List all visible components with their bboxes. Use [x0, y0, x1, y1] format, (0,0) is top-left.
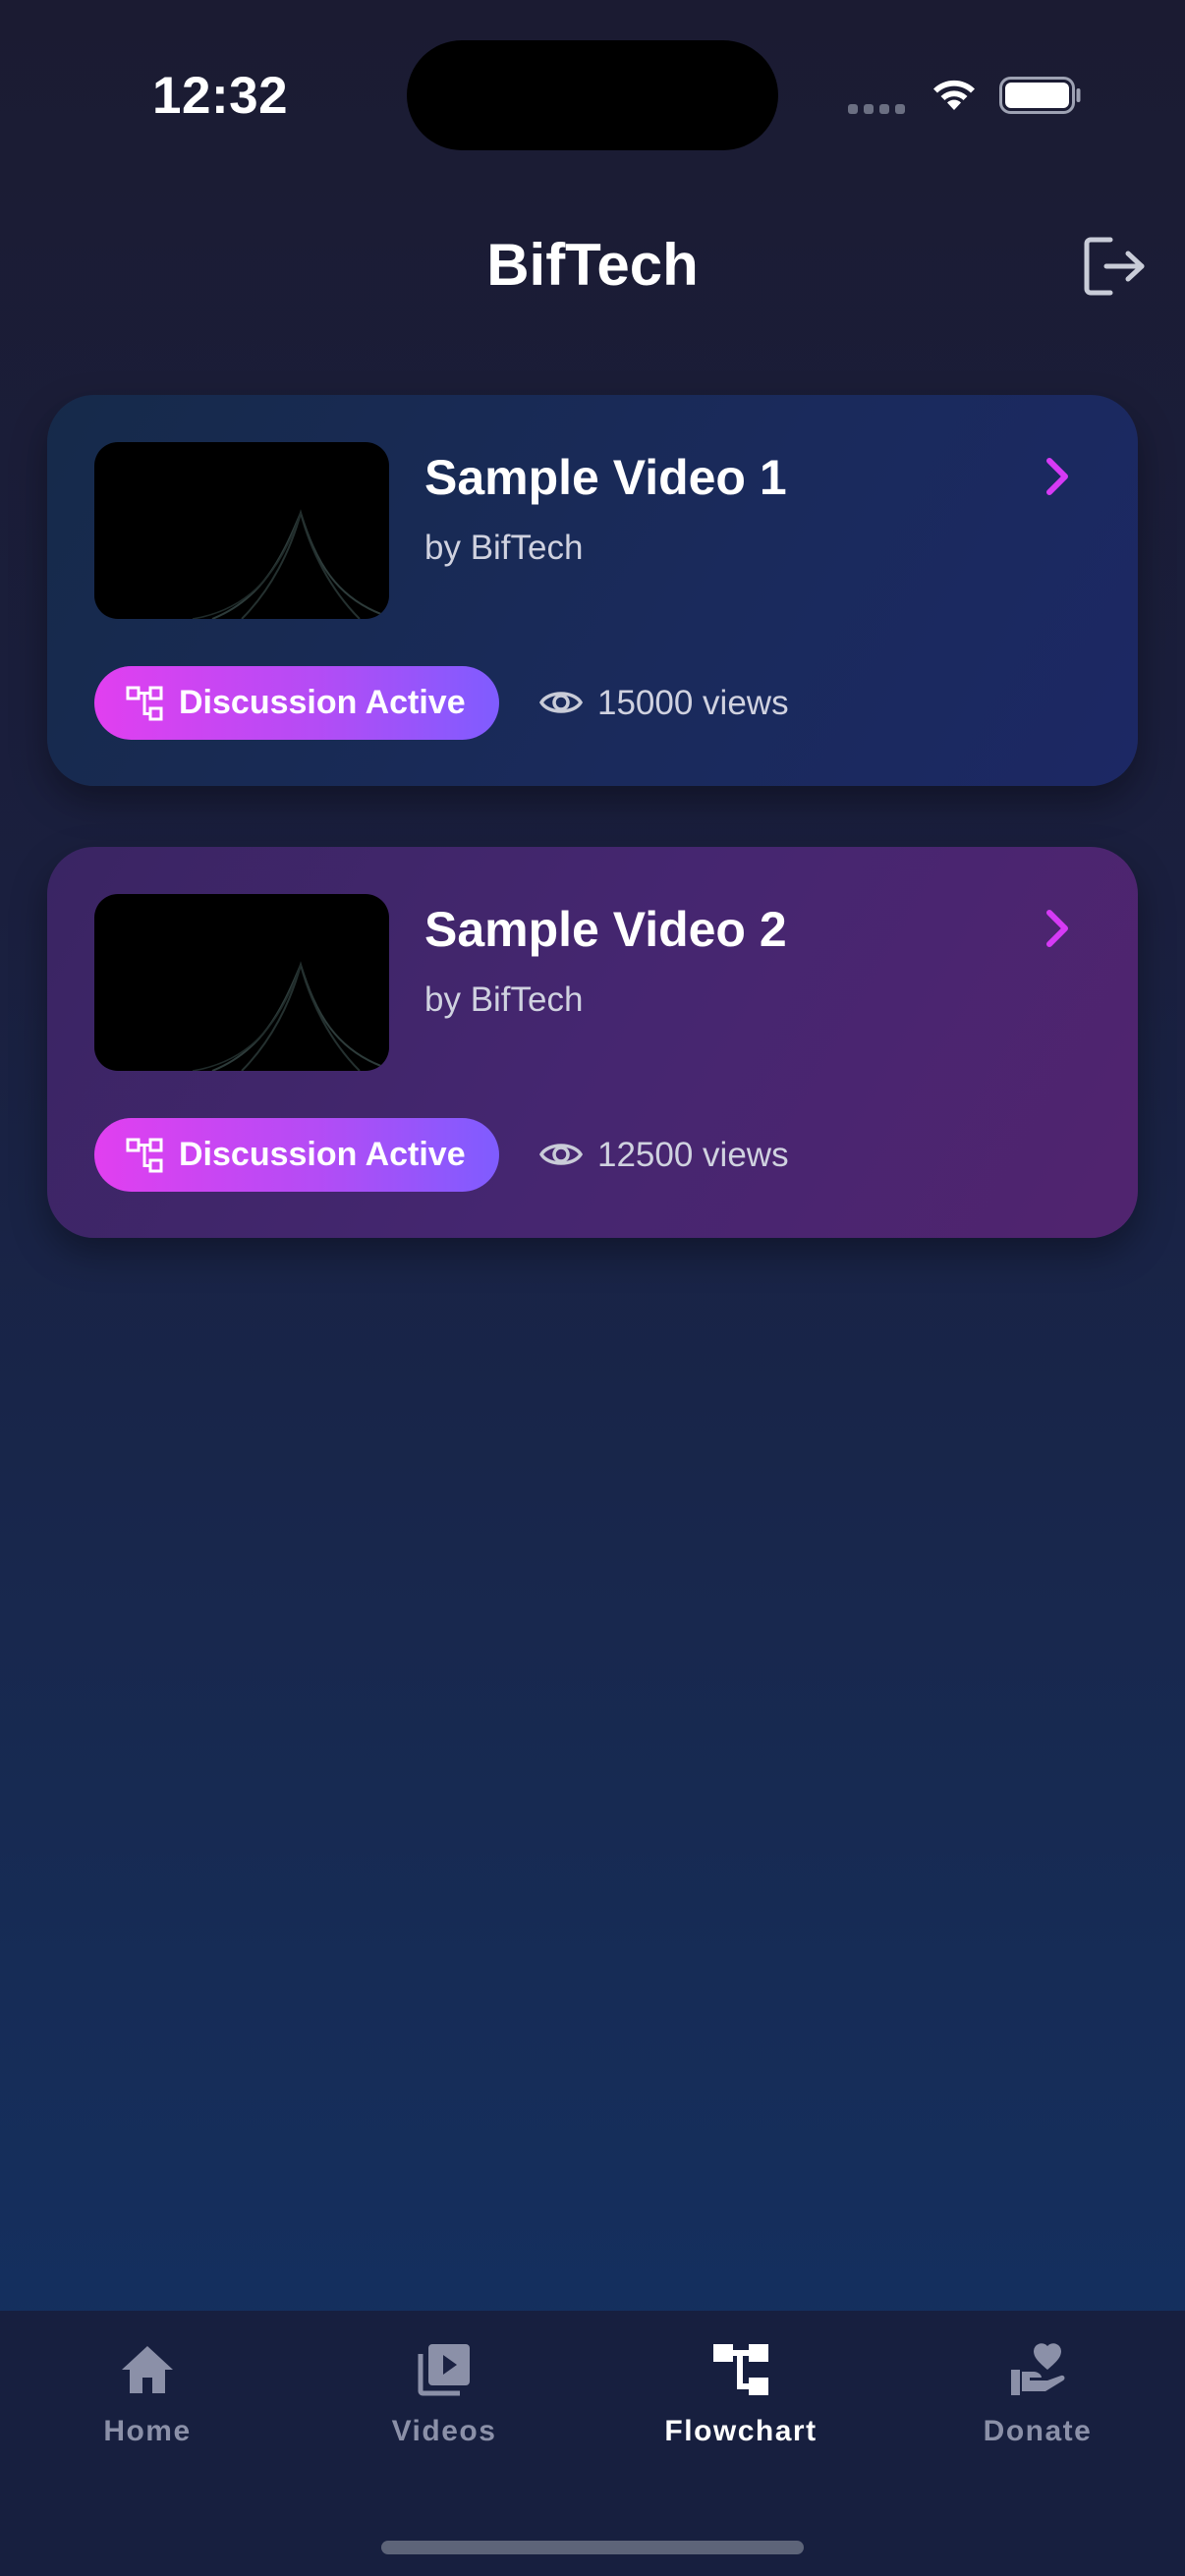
home-icon	[122, 2346, 173, 2393]
eye-icon	[538, 1144, 584, 1165]
video-thumbnail[interactable]	[94, 894, 389, 1071]
page-title: BifTech	[486, 232, 699, 298]
flowchart-icon	[126, 1138, 163, 1172]
chevron-right-icon[interactable]	[1040, 906, 1075, 951]
video-title: Sample Video 2	[424, 902, 787, 957]
tab-home[interactable]: Home	[25, 2340, 270, 2468]
flowchart-icon	[126, 686, 163, 720]
battery-icon	[999, 77, 1081, 114]
dynamic-island	[407, 40, 778, 150]
cellular-signal-icon	[848, 104, 905, 114]
badge-label: Discussion Active	[179, 1136, 466, 1173]
wifi-icon	[933, 80, 975, 110]
flowchart-icon	[713, 2344, 768, 2395]
view-count: 15000 views	[597, 684, 789, 722]
tab-label: Flowchart	[664, 2415, 818, 2447]
view-count: 12500 views	[597, 1136, 789, 1174]
logout-icon[interactable]	[1081, 234, 1148, 299]
video-card[interactable]: Sample Video 1 by BifTech Discussion Act…	[47, 395, 1138, 786]
tab-videos[interactable]: Videos	[321, 2340, 567, 2468]
tab-flowchart[interactable]: Flowchart	[618, 2340, 864, 2468]
discussion-badge[interactable]: Discussion Active	[94, 1118, 499, 1192]
video-thumbnail[interactable]	[94, 442, 389, 619]
video-card[interactable]: Sample Video 2 by BifTech Discussion Act…	[47, 847, 1138, 1238]
home-indicator	[381, 2541, 804, 2554]
tab-donate[interactable]: Donate	[915, 2340, 1160, 2468]
app-screen: 12:32 BifTech Sample Video 1 by BifTech	[0, 0, 1185, 2576]
chevron-right-icon[interactable]	[1040, 454, 1075, 499]
badge-label: Discussion Active	[179, 684, 466, 721]
bottom-tab-bar: Home Videos Flowchart Donate	[0, 2311, 1185, 2576]
status-time: 12:32	[152, 67, 289, 125]
donate-icon	[1011, 2343, 1065, 2395]
tab-label: Videos	[391, 2415, 497, 2447]
video-author: by BifTech	[424, 529, 584, 567]
video-author: by BifTech	[424, 980, 584, 1019]
tab-label: Home	[103, 2415, 192, 2447]
discussion-badge[interactable]: Discussion Active	[94, 666, 499, 740]
tab-label: Donate	[983, 2415, 1093, 2447]
eye-icon	[538, 692, 584, 713]
video-library-icon	[418, 2344, 470, 2396]
video-title: Sample Video 1	[424, 450, 787, 505]
